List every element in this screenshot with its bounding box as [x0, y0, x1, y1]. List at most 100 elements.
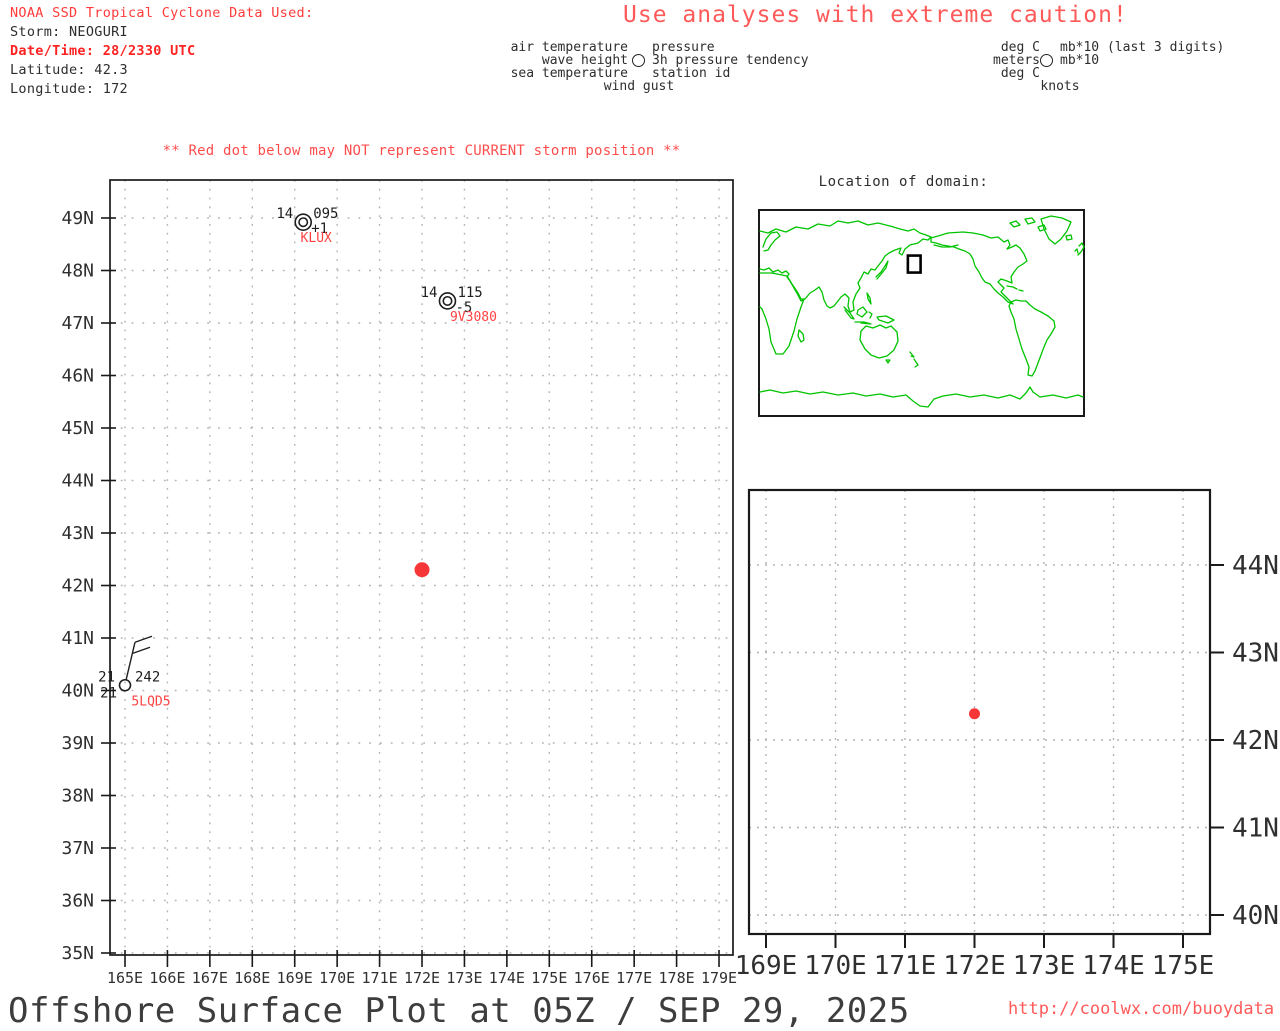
- coastline-africa: [759, 272, 805, 355]
- y-axis-label: 42N: [1232, 726, 1279, 756]
- x-axis-label: 171E: [362, 969, 398, 987]
- coastline-new-guinea: [876, 315, 895, 324]
- storm-info-block: NOAA SSD Tropical Cyclone Data Used: Sto…: [10, 4, 313, 99]
- storm-info-longitude: Longitude: 172: [10, 81, 128, 97]
- station-symbol-outer-circle: [294, 213, 313, 232]
- legend-wind-gust: wind gust: [603, 79, 675, 94]
- x-axis-label: 174E: [1082, 951, 1145, 981]
- source-url-link[interactable]: http://coolwx.com/buoydata: [1008, 999, 1274, 1019]
- y-axis-label: 41N: [1232, 814, 1279, 844]
- x-axis-label: 173E: [1013, 951, 1076, 981]
- wind-barb-barb: [132, 646, 151, 654]
- coastline-arctic-island: [1009, 220, 1021, 228]
- station-id: 5LQD5: [131, 694, 170, 709]
- y-axis-label: 40N: [1232, 901, 1279, 931]
- zoom-domain-plot: 169E 170E 171E 172E 173E 174E 175E 44N 43N 42N 41N…: [735, 488, 1279, 981]
- coastline-borneo: [856, 306, 868, 318]
- x-axis-label: 171E: [874, 951, 937, 981]
- x-axis-label: 170E: [319, 969, 355, 987]
- legend-unit-degc-sea: deg C: [1000, 66, 1040, 81]
- storm-position-warning: ** Red dot below may NOT represent CURRE…: [162, 143, 681, 159]
- x-axis-label: 178E: [659, 969, 695, 987]
- coastline-north-america: [930, 231, 1028, 305]
- coastline-australia: [859, 324, 899, 359]
- y-axis-label: 42N: [61, 576, 94, 597]
- world-map-inset: [758, 209, 1085, 417]
- station-pressure: 242: [135, 669, 160, 685]
- x-axis-label: 177E: [616, 969, 652, 987]
- coastline-new-zealand-north: [909, 351, 915, 358]
- x-axis-label: 168E: [234, 969, 270, 987]
- coastline-new-zealand-south: [913, 358, 919, 368]
- x-axis-label: 172E: [943, 951, 1006, 981]
- main-surface-plot: 165E 166E 167E 168E 169E 170E 171E 172E 173E 174E…: [61, 179, 737, 987]
- station-symbol-outer-circle: [438, 292, 457, 310]
- station-symbol-circle: [118, 678, 132, 692]
- world-map-title: Location of domain:: [818, 174, 989, 190]
- x-axis-label: 172E: [404, 969, 440, 987]
- station-pressure: 115: [457, 285, 482, 301]
- y-axis-label: 37N: [61, 838, 94, 859]
- y-axis-label: 35N: [61, 943, 94, 964]
- y-axis-label: 48N: [61, 261, 94, 282]
- legend-sea-temperature: sea temperature: [510, 66, 628, 81]
- coastline-south-america: [1008, 299, 1056, 377]
- station-air-temp: 14: [421, 285, 438, 301]
- x-axis-label: 169E: [277, 969, 313, 987]
- x-axis-label: 170E: [804, 951, 867, 981]
- station-symbol-inner-circle: [442, 295, 453, 306]
- storm-info-name: Storm: NEOGURI: [10, 24, 128, 40]
- x-axis-label: 175E: [1152, 951, 1215, 981]
- station-id: KLUX: [301, 231, 332, 246]
- domain-location-box: [906, 254, 922, 274]
- x-axis-label: 167E: [192, 969, 228, 987]
- storm-position-dot: [969, 708, 980, 720]
- legend-unit-knots: knots: [1040, 79, 1080, 94]
- storm-position-dot: [414, 562, 430, 578]
- coastline-java: [854, 321, 872, 325]
- storm-info-source: NOAA SSD Tropical Cyclone Data Used:: [10, 5, 314, 21]
- legend-unit-mb: mb*10: [1060, 53, 1100, 68]
- y-axis-label: 46N: [61, 366, 94, 387]
- coastline-japan: [875, 260, 889, 280]
- x-axis-label: 169E: [735, 951, 798, 981]
- storm-info-datetime: Date/Time: 28/2330 UTC: [10, 43, 196, 59]
- coastline-iceland: [1065, 234, 1073, 241]
- coastline-sulawesi: [868, 311, 873, 319]
- coastline-hispaniola: [1018, 289, 1024, 292]
- offshore-surface-plot-page: { "storm_info": { "source": "NOAA SSD Tr…: [0, 0, 1280, 1031]
- plot-title: Offshore Surface Plot at 05Z / SEP 29, 2…: [8, 991, 910, 1031]
- x-axis-label: 173E: [446, 969, 482, 987]
- x-axis-label: 175E: [531, 969, 567, 987]
- station-sea-temp: 21: [100, 685, 117, 701]
- caution-headline: Use analyses with extreme caution!: [623, 2, 1128, 28]
- station-pressure: 095: [313, 206, 338, 222]
- coastline-scandinavia: [762, 231, 781, 252]
- x-axis-label: 174E: [489, 969, 525, 987]
- coastline-antarctica: [759, 386, 1084, 408]
- storm-info-latitude: Latitude: 42.3: [10, 62, 128, 78]
- coastline-madagascar: [797, 329, 805, 343]
- station-circle-icon: [1040, 54, 1053, 67]
- station-circle-icon: [632, 54, 645, 67]
- x-axis-label: 166E: [149, 969, 185, 987]
- x-axis-label: 179E: [701, 969, 737, 987]
- coastline-eurasia: [759, 220, 932, 313]
- coastline-philippines: [866, 292, 872, 305]
- y-axis-label: 43N: [1232, 639, 1279, 669]
- y-axis-label: 45N: [61, 418, 94, 439]
- coastline-cuba: [1006, 285, 1018, 290]
- y-axis-label: 41N: [61, 628, 94, 649]
- y-axis-label: 40N: [61, 681, 94, 702]
- station-symbol-inner-circle: [298, 217, 309, 228]
- station-id: 9V3080: [450, 310, 497, 325]
- y-axis-label: 38N: [61, 786, 94, 807]
- station-air-temp: 14: [276, 206, 293, 222]
- x-axis-label: 165E: [107, 969, 143, 987]
- x-axis-label: 176E: [574, 969, 610, 987]
- y-axis-label: 36N: [61, 891, 94, 912]
- y-axis-label: 49N: [61, 208, 94, 229]
- y-axis-label: 43N: [61, 523, 94, 544]
- station-air-temp: 21: [98, 669, 115, 685]
- wind-barb-staff: [125, 642, 136, 681]
